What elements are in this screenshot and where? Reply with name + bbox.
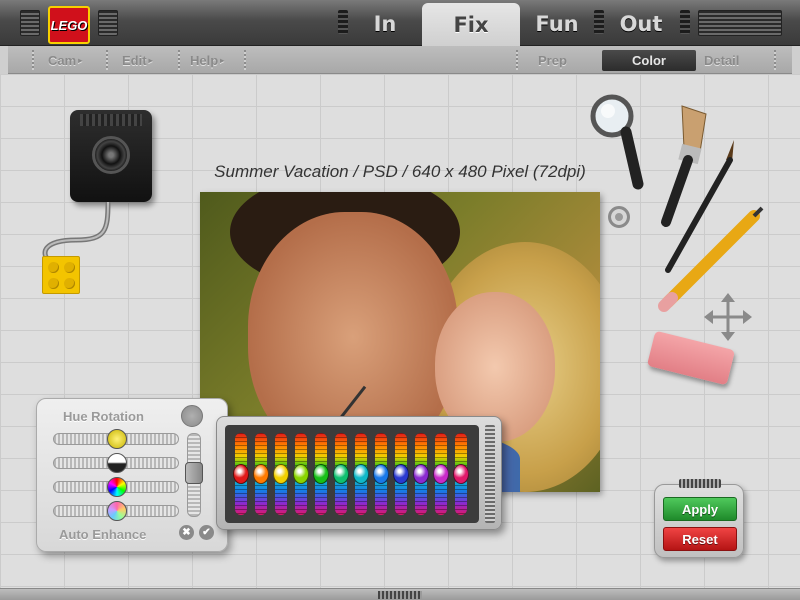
brick-stud (64, 278, 75, 289)
panel-grip[interactable] (679, 479, 721, 488)
equalizer-knob[interactable] (253, 464, 269, 484)
usb-brick-icon[interactable] (42, 256, 80, 294)
equalizer-channel[interactable] (433, 433, 449, 515)
equalizer-knob[interactable] (413, 464, 429, 484)
equalizer-knob[interactable] (293, 464, 309, 484)
equalizer-channel[interactable] (393, 433, 409, 515)
chevron-right-icon: ▸ (148, 56, 153, 65)
photo-title: Summer Vacation / PSD / 640 x 480 Pixel … (214, 162, 586, 181)
hue-rotation-panel: Hue Rotation Auto Enhance ✖ ✔ (36, 398, 228, 552)
hue-rotation-title: Hue Rotation (63, 409, 144, 424)
equalizer-channel[interactable] (233, 433, 249, 515)
sub-separator (32, 50, 34, 70)
equalizer-channel[interactable] (373, 433, 389, 515)
equalizer-knob[interactable] (433, 464, 449, 484)
brick-stud (48, 278, 59, 289)
color-equalizer-panel (216, 416, 502, 530)
equalizer-channel[interactable] (273, 433, 289, 515)
equalizer-channel[interactable] (293, 433, 309, 515)
equalizer-channel[interactable] (353, 433, 369, 515)
check-icon[interactable]: ✔ (199, 525, 214, 540)
auto-enhance-label: Auto Enhance (59, 527, 147, 542)
hue-slider-2[interactable] (53, 453, 179, 473)
equalizer-knob[interactable] (353, 464, 369, 484)
hue-slider-3[interactable] (53, 477, 179, 497)
reset-button[interactable]: Reset (663, 527, 737, 551)
hue-slider-knob[interactable] (107, 429, 127, 449)
bottom-bar (0, 588, 800, 600)
tab-out[interactable]: Out (606, 4, 676, 44)
tab-separator (594, 10, 604, 34)
left-grill (20, 10, 40, 36)
equalizer-knob[interactable] (393, 464, 409, 484)
camera-grill (80, 114, 142, 126)
menu-help[interactable]: Help ▸ (190, 53, 224, 68)
menu-edit[interactable]: Edit ▸ (122, 53, 153, 68)
hue-slider-knob[interactable] (107, 477, 127, 497)
subtab-detail[interactable]: Detail (704, 53, 739, 68)
zoom-icon[interactable] (608, 206, 630, 228)
equalizer-knob[interactable] (233, 464, 249, 484)
equalizer-knob[interactable] (373, 464, 389, 484)
equalizer-channel[interactable] (453, 433, 469, 515)
menu-cam[interactable]: Cam ▸ (48, 53, 82, 68)
right-grill (698, 10, 782, 36)
lego-logo: LEGO (48, 6, 90, 44)
sub-separator (774, 50, 776, 70)
tab-separator (338, 10, 348, 34)
sub-separator (106, 50, 108, 70)
chevron-right-icon: ▸ (78, 56, 83, 65)
equalizer-grip[interactable] (485, 425, 495, 523)
hue-vertical-knob[interactable] (185, 461, 203, 484)
sub-separator (178, 50, 180, 70)
equalizer-knob[interactable] (333, 464, 349, 484)
equalizer-channel[interactable] (253, 433, 269, 515)
sub-toolbar: Cam ▸ Edit ▸ Help ▸ Prep Color Detail (8, 46, 792, 74)
cancel-icon[interactable]: ✖ (179, 525, 194, 540)
tab-fun[interactable]: Fun (522, 4, 592, 44)
move-icon[interactable] (704, 293, 752, 341)
equalizer-knob[interactable] (313, 464, 329, 484)
main-toolbar: LEGO In Fix Fun Out (0, 0, 800, 47)
sub-separator (516, 50, 518, 70)
apply-button[interactable]: Apply (663, 497, 737, 521)
menu-edit-label: Edit (122, 53, 147, 68)
tab-fix[interactable]: Fix (422, 3, 520, 47)
sub-separator (244, 50, 246, 70)
magnifier-icon[interactable] (586, 90, 650, 194)
equalizer-channel[interactable] (333, 433, 349, 515)
hue-slider-1[interactable] (53, 429, 179, 449)
equalizer-knob[interactable] (273, 464, 289, 484)
equalizer-channel[interactable] (313, 433, 329, 515)
hue-dial-icon[interactable] (181, 405, 203, 427)
logo-grill (98, 10, 118, 36)
tab-separator (680, 10, 690, 34)
camera-lens (92, 136, 130, 174)
equalizer-channels (225, 425, 479, 523)
menu-cam-label: Cam (48, 53, 77, 68)
subtab-color[interactable]: Color (602, 50, 696, 71)
chevron-right-icon: ▸ (220, 56, 225, 65)
apply-reset-panel: Apply Reset (654, 479, 744, 558)
hue-slider-knob[interactable] (107, 501, 127, 521)
equalizer-knob[interactable] (453, 464, 469, 484)
hue-slider-knob[interactable] (107, 453, 127, 473)
hue-vertical-slider[interactable] (185, 433, 203, 517)
menu-help-label: Help (190, 53, 219, 68)
brick-stud (64, 262, 75, 273)
camera-icon[interactable] (70, 110, 152, 202)
equalizer-channel[interactable] (413, 433, 429, 515)
subtab-prep[interactable]: Prep (538, 53, 567, 68)
bottom-grip[interactable] (378, 591, 422, 599)
tab-in[interactable]: In (350, 4, 420, 44)
hue-slider-4[interactable] (53, 501, 179, 521)
brick-stud (48, 262, 59, 273)
